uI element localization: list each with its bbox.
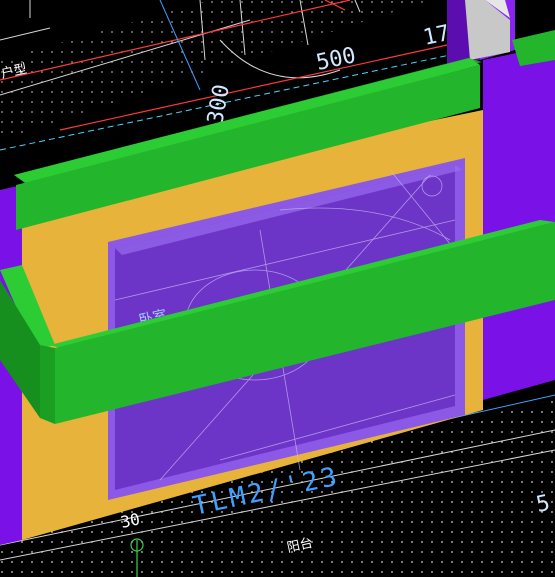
dim-30: 30 — [119, 509, 142, 532]
cad-3d-viewport[interactable]: 500 300 17 5 30 TLM2/'23 阳台 户型 卧室 — [0, 0, 555, 577]
